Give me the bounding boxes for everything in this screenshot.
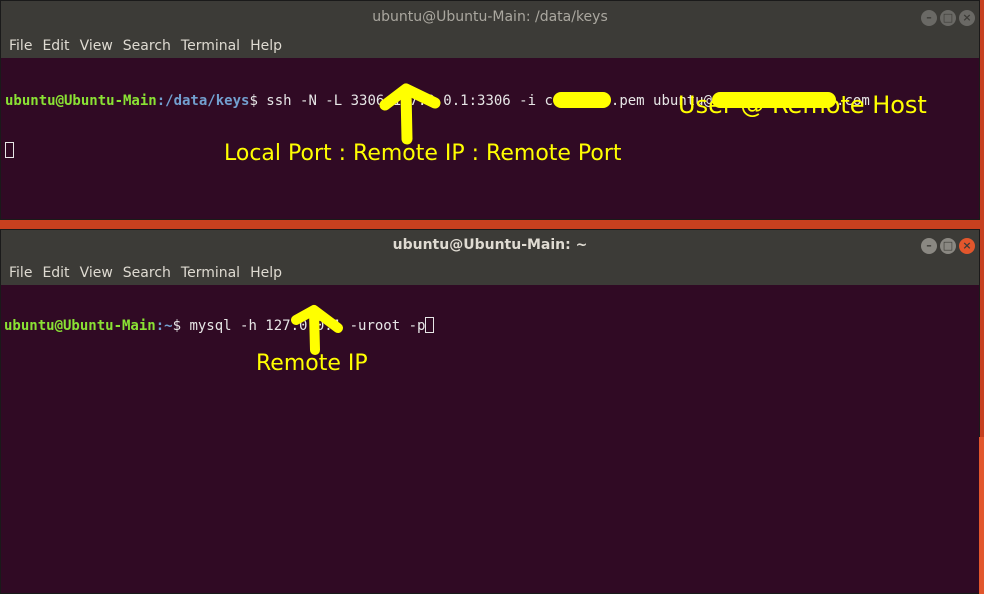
menu-bar: File Edit View Search Terminal Help [1, 34, 979, 58]
window-title: ubuntu@Ubuntu-Main: ~ [392, 237, 588, 253]
close-icon[interactable]: × [959, 237, 975, 254]
menu-file[interactable]: File [9, 265, 32, 281]
minimize-icon[interactable]: – [921, 9, 937, 26]
menu-view[interactable]: View [80, 265, 113, 281]
menu-help[interactable]: Help [250, 265, 282, 281]
command-line: ubuntu@Ubuntu-Main:~$ mysql -h 127.0.0.1… [4, 317, 984, 335]
prompt-path: :/data/keys [156, 93, 250, 109]
annotation-user-remote-host: User @ Remote Host [678, 91, 927, 119]
terminal-cursor [5, 142, 14, 158]
window-title: ubuntu@Ubuntu-Main: /data/keys [372, 9, 608, 25]
terminal-window-keys[interactable]: ubuntu@Ubuntu-Main: /data/keys – □ × Fil… [0, 0, 980, 220]
minimize-icon[interactable]: – [921, 237, 937, 254]
close-icon[interactable]: × [959, 9, 975, 26]
arrow-up-icon [291, 305, 343, 355]
key-prefix: c [544, 93, 553, 109]
arrow-up-icon [379, 83, 441, 145]
prompt-symbol: $ [172, 318, 182, 334]
annotation-port-mapping: Local Port : Remote IP : Remote Port [224, 141, 622, 166]
terminal-output[interactable]: ubuntu@Ubuntu-Main:~$ mysql -h 127.0.0.1… [4, 285, 984, 351]
prompt-user: ubuntu@Ubuntu-Main [5, 93, 157, 109]
menu-edit[interactable]: Edit [42, 265, 69, 281]
scrollbar[interactable] [979, 437, 984, 594]
terminal-cursor [425, 317, 435, 333]
prompt-symbol: $ [249, 93, 258, 109]
menu-search[interactable]: Search [123, 38, 171, 54]
menu-search[interactable]: Search [123, 265, 171, 281]
maximize-icon[interactable]: □ [940, 9, 956, 26]
menu-terminal[interactable]: Terminal [181, 38, 240, 54]
prompt-path: :~ [155, 318, 173, 334]
menu-bar: File Edit View Search Terminal Help [1, 261, 979, 285]
menu-edit[interactable]: Edit [42, 38, 69, 54]
maximize-icon[interactable]: □ [940, 237, 956, 254]
menu-terminal[interactable]: Terminal [181, 265, 240, 281]
menu-view[interactable]: View [80, 38, 113, 54]
prompt-user: ubuntu@Ubuntu-Main [4, 318, 156, 334]
terminal-window-home[interactable]: ubuntu@Ubuntu-Main: ~ – □ × File Edit Vi… [0, 229, 980, 594]
menu-help[interactable]: Help [250, 38, 282, 54]
redaction-mark [552, 92, 611, 108]
terminal-output[interactable]: ubuntu@Ubuntu-Main:/data/keys$ ssh -N -L… [5, 60, 979, 192]
annotation-remote-ip: Remote IP [256, 351, 368, 376]
title-bar[interactable]: ubuntu@Ubuntu-Main: /data/keys – □ × [1, 1, 979, 34]
menu-file[interactable]: File [9, 38, 32, 54]
title-bar[interactable]: ubuntu@Ubuntu-Main: ~ – □ × [1, 230, 979, 261]
